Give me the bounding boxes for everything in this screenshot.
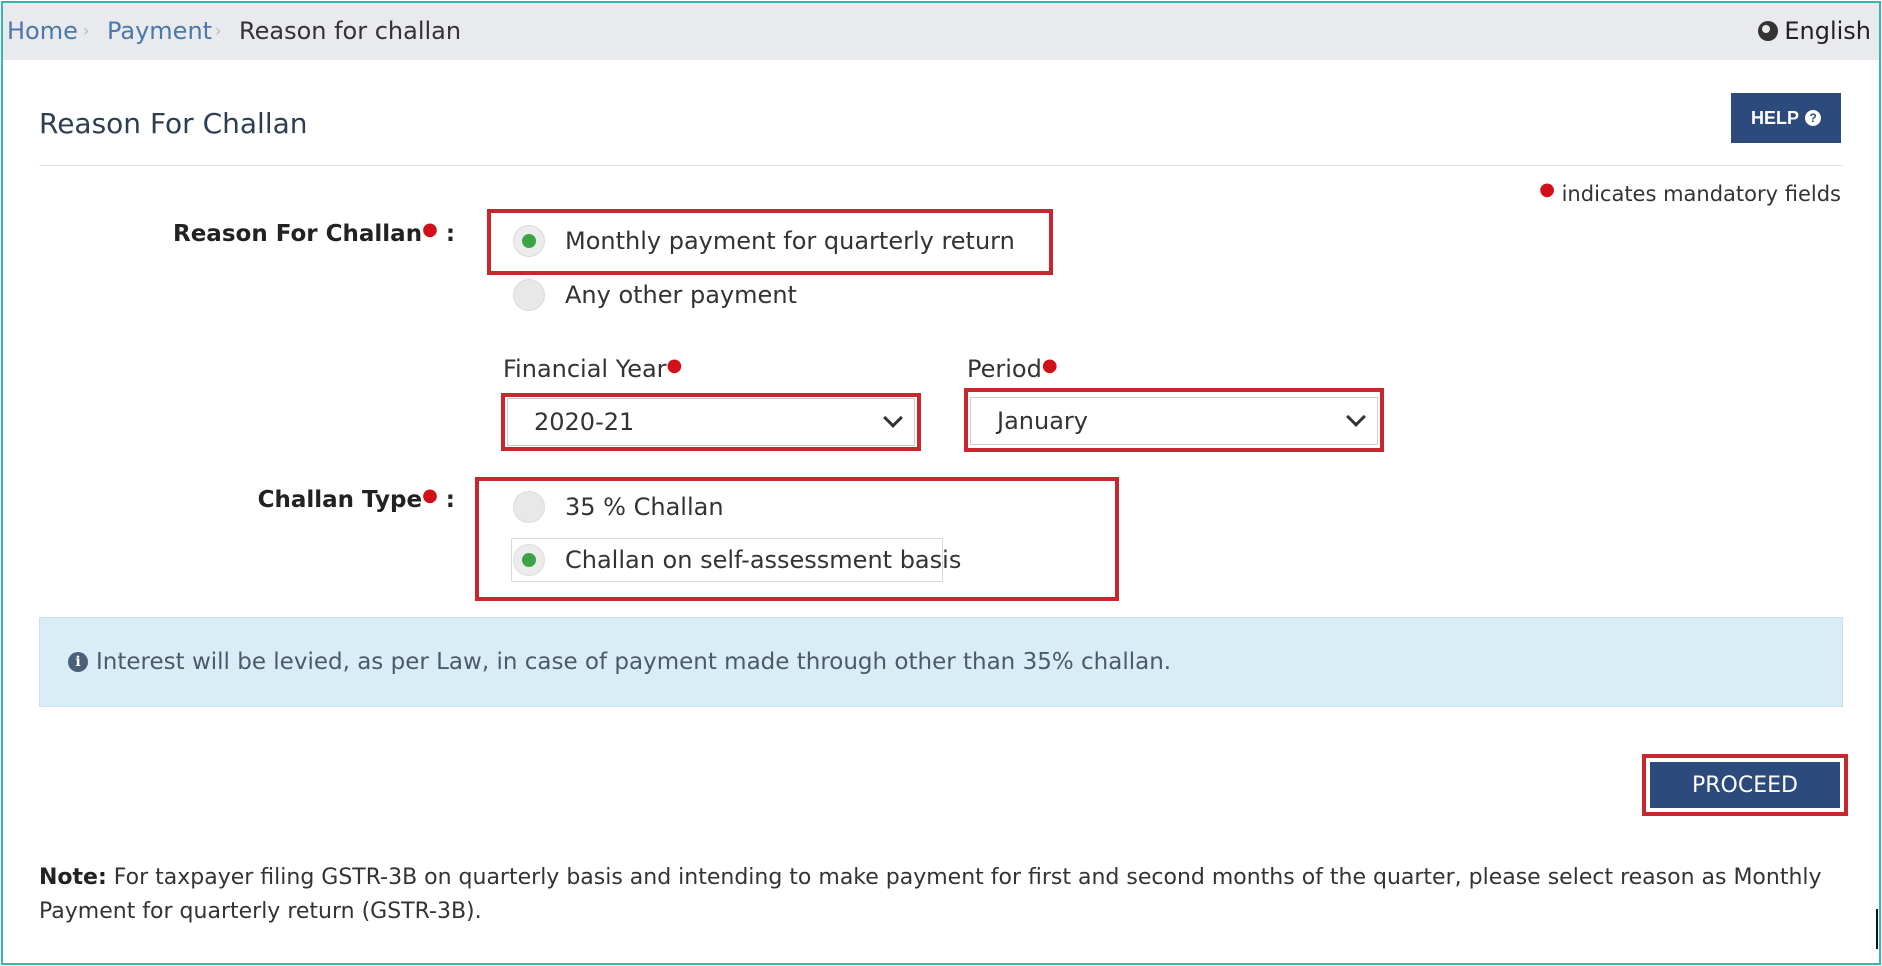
mandatory-note-text: indicates mandatory fields (1561, 182, 1841, 206)
required-dot-icon: ● (1041, 355, 1058, 376)
note-prefix: Note: (39, 865, 107, 890)
radio-unselected-icon (513, 279, 545, 311)
radio-label: Challan on self-assessment basis (565, 546, 962, 574)
language-selector[interactable]: English (1758, 17, 1871, 45)
breadcrumb-separator: › (83, 21, 90, 40)
breadcrumb-separator: › (215, 21, 222, 40)
radio-selected-icon (513, 225, 545, 257)
highlight-box: PROCEED (1642, 754, 1848, 816)
radio-label: Monthly payment for quarterly return (565, 227, 1015, 255)
period-value: January (997, 407, 1088, 435)
period-label: Period● (967, 355, 1058, 383)
financial-year-value: 2020-21 (534, 408, 635, 436)
required-dot-icon: ● (1539, 179, 1555, 200)
text-cursor (1876, 909, 1878, 949)
period-label-text: Period (967, 355, 1042, 383)
period-select[interactable]: January (970, 397, 1378, 445)
page-title: Reason For Challan (39, 107, 308, 140)
app-frame: Home › Payment › Reason for challan Engl… (1, 1, 1881, 965)
divider (39, 165, 1843, 166)
challan-type-label: Challan Type● : (173, 485, 455, 513)
note-text: Note: For taxpayer filing GSTR-3B on qua… (39, 861, 1849, 929)
radio-monthly-quarterly[interactable]: Monthly payment for quarterly return (513, 225, 1015, 257)
language-label: English (1784, 17, 1871, 45)
label-colon: : (445, 221, 456, 247)
breadcrumb-home-link[interactable]: Home (7, 17, 78, 45)
radio-self-assessment[interactable]: Challan on self-assessment basis (513, 544, 961, 576)
challan-type-label-text: Challan Type (257, 487, 423, 513)
question-circle-icon: ? (1805, 110, 1821, 126)
label-colon: : (445, 487, 455, 513)
radio-any-other-payment[interactable]: Any other payment (513, 279, 797, 311)
radio-unselected-icon (513, 491, 545, 523)
required-dot-icon: ● (422, 485, 438, 506)
chevron-down-icon (1346, 407, 1366, 427)
chevron-down-icon (883, 408, 903, 428)
proceed-button[interactable]: PROCEED (1650, 762, 1840, 808)
mandatory-fields-note: ● indicates mandatory fields (1539, 179, 1841, 206)
financial-year-label-text: Financial Year (503, 355, 667, 383)
info-alert: i Interest will be levied, as per Law, i… (39, 617, 1843, 707)
reason-label: Reason For Challan● : (173, 219, 455, 247)
radio-selected-icon (513, 544, 545, 576)
info-text: Interest will be levied, as per Law, in … (96, 649, 1172, 675)
breadcrumb-current: Reason for challan (239, 17, 462, 45)
radio-35-percent-challan[interactable]: 35 % Challan (513, 491, 724, 523)
breadcrumb-payment-link[interactable]: Payment (107, 17, 212, 45)
globe-icon (1758, 21, 1779, 41)
required-dot-icon: ● (666, 355, 683, 376)
financial-year-label: Financial Year● (503, 355, 682, 383)
financial-year-select[interactable]: 2020-21 (507, 398, 915, 446)
breadcrumb: Home › Payment › Reason for challan Engl… (3, 3, 1879, 60)
note-body: For taxpayer filing GSTR-3B on quarterly… (39, 865, 1822, 924)
reason-label-text: Reason For Challan (173, 221, 423, 247)
required-dot-icon: ● (422, 219, 438, 240)
radio-label: 35 % Challan (565, 493, 724, 521)
help-button[interactable]: HELP ? (1731, 93, 1841, 143)
radio-label: Any other payment (565, 281, 797, 309)
info-icon: i (68, 652, 88, 672)
help-label: HELP (1750, 107, 1799, 128)
